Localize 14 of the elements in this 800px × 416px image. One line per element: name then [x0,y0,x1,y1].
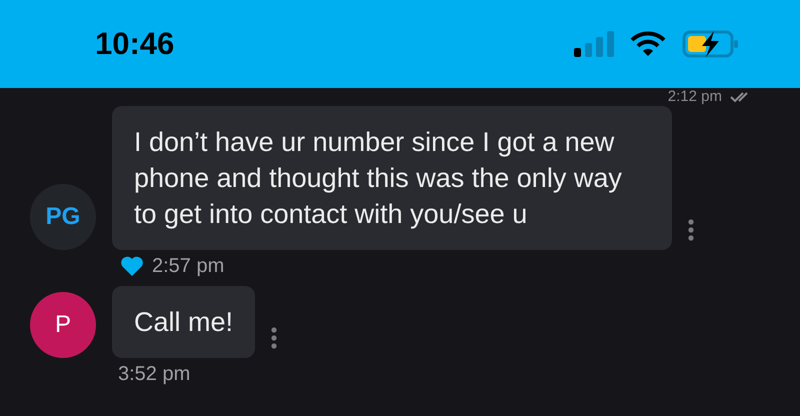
message-time: 2:57 pm [152,254,224,279]
message-bubble: Call me! [112,286,256,358]
wifi-icon [630,31,666,57]
message-time: 3:52 pm [118,362,190,387]
battery-charging-icon [682,30,740,58]
avatar[interactable]: P [30,292,96,358]
message-time: 2:12 pm [668,88,722,106]
more-options-icon[interactable] [688,218,694,242]
heart-icon[interactable] [120,255,144,277]
message-bubble: I don’t have ur number since I got a new phone and thought this was the only way to get into contact with you/see u [112,106,672,250]
clock-time: 10:46 [95,24,174,63]
signal-icon [574,31,614,57]
more-options-icon[interactable] [271,326,278,350]
avatar[interactable]: PG [30,184,96,250]
